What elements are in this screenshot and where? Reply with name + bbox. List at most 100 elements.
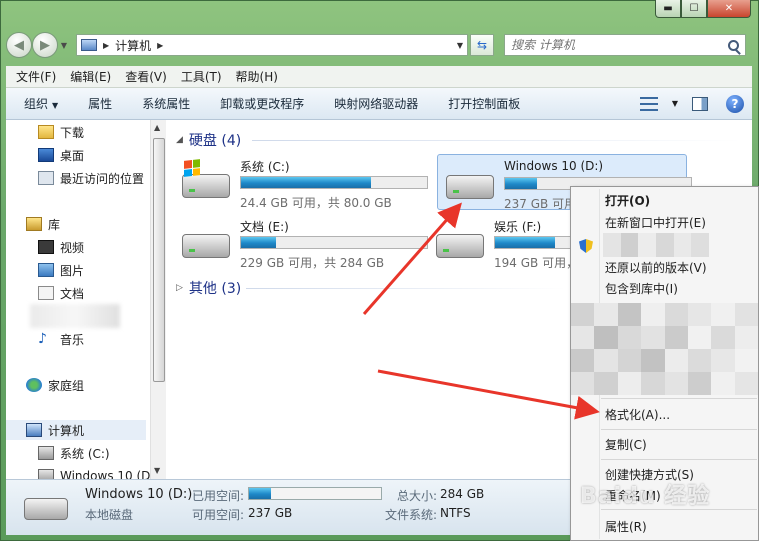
nav-item-computer[interactable]: 计算机 — [6, 420, 146, 440]
blurred-menu-section — [571, 303, 758, 395]
details-fs-label: 文件系统: — [385, 508, 438, 522]
menu-help[interactable]: 帮助(H) — [236, 68, 278, 85]
folder-icon — [38, 125, 54, 139]
menu-open[interactable]: 打开(O) — [571, 189, 758, 211]
toolbar-right: ▼ ? — [639, 94, 752, 113]
details-fs-value: NTFS — [440, 506, 471, 520]
nav-item-downloads[interactable]: 下载 — [38, 122, 84, 142]
minimize-button[interactable]: ▬ — [655, 0, 681, 18]
nav-label: Windows 10 (D: — [60, 469, 150, 479]
blurred-region — [30, 304, 120, 328]
nav-label: 文档 — [60, 286, 85, 301]
search-box[interactable] — [504, 34, 746, 56]
details-usage-bar — [248, 487, 382, 500]
nav-item-drive-c[interactable]: 系统 (C:) — [38, 443, 110, 463]
drive-icon — [38, 446, 54, 460]
recent-places-icon — [38, 171, 54, 185]
recent-pages-dropdown[interactable]: ▼ — [58, 41, 70, 50]
nav-item-video[interactable]: 视频 — [38, 237, 84, 257]
menu-edit[interactable]: 编辑(E) — [70, 68, 111, 85]
nav-item-pictures[interactable]: 图片 — [38, 260, 84, 280]
address-dropdown-icon[interactable]: ▼ — [453, 41, 467, 50]
homegroup-icon — [26, 378, 42, 392]
command-bar: 组织 ▼ 属性 系统属性 卸载或更改程序 映射网络驱动器 打开控制面板 ▼ ? — [6, 88, 752, 120]
shield-icon — [579, 239, 593, 253]
details-drive-name: Windows 10 (D:) — [85, 487, 193, 502]
menu-include-library[interactable]: 包含到库中(I) — [571, 277, 758, 299]
nav-item-homegroup[interactable]: 家庭组 — [26, 375, 84, 395]
menu-copy[interactable]: 复制(C) — [571, 433, 758, 455]
group-other[interactable]: ▷ 其他 (3) — [176, 278, 241, 298]
nav-item-library[interactable]: 库 — [26, 214, 60, 234]
view-dropdown-icon[interactable]: ▼ — [672, 99, 678, 108]
open-control-panel-button[interactable]: 打开控制面板 — [448, 95, 520, 112]
maximize-button[interactable]: ☐ — [681, 0, 707, 18]
properties-button[interactable]: 属性 — [88, 95, 112, 112]
refresh-icon: ⇆ — [476, 38, 488, 52]
change-view-icon[interactable] — [639, 96, 658, 111]
pictures-icon — [38, 263, 54, 277]
drive-free-space: 229 GB 可用，共 284 GB — [240, 256, 385, 270]
navigation-pane: 下载 桌面 最近访问的位置 库 视频 图片 文档 ♪ 音乐 家庭组 计算机 系统 … — [6, 120, 150, 479]
group-divider — [246, 288, 566, 289]
breadcrumb-arrow-icon[interactable]: ▶ — [103, 41, 109, 50]
system-properties-button[interactable]: 系统属性 — [142, 95, 190, 112]
drive-e[interactable]: 文档 (E:) 229 GB 可用，共 284 GB — [174, 214, 428, 270]
organize-label: 组织 — [24, 97, 49, 111]
preview-pane-icon[interactable] — [692, 96, 708, 111]
drive-usage-bar — [240, 236, 428, 249]
breadcrumb-computer[interactable]: 计算机 — [115, 37, 151, 54]
drive-icon — [38, 469, 54, 479]
group-hard-disks[interactable]: ◢ 硬盘 (4) — [176, 130, 241, 150]
close-button[interactable]: ✕ — [707, 0, 751, 18]
hard-drive-icon — [446, 175, 494, 199]
windows-logo-icon — [184, 159, 200, 177]
menu-restore-previous[interactable]: 还原以前的版本(V) — [571, 256, 758, 278]
drive-name: Windows 10 (D:) — [504, 159, 604, 173]
nav-item-drive-d[interactable]: Windows 10 (D: — [38, 466, 150, 479]
scroll-up-icon[interactable]: ▲ — [154, 123, 160, 132]
details-drive-type: 本地磁盘 — [85, 508, 134, 522]
back-button[interactable]: ◀ — [6, 32, 32, 58]
address-bar[interactable]: ▶ 计算机 ▶ ▼ — [76, 34, 468, 56]
documents-icon — [38, 286, 54, 300]
group-title: 其他 (3) — [188, 281, 242, 297]
nav-item-documents[interactable]: 文档 — [38, 283, 84, 303]
menu-properties[interactable]: 属性(R) — [571, 515, 758, 537]
scroll-down-icon[interactable]: ▼ — [154, 466, 160, 475]
nav-label: 库 — [48, 217, 61, 232]
uninstall-program-button[interactable]: 卸载或更改程序 — [220, 95, 304, 112]
nav-item-recent[interactable]: 最近访问的位置 — [38, 168, 144, 188]
music-icon: ♪ — [38, 331, 47, 347]
nav-label: 系统 (C:) — [60, 446, 110, 461]
drive-usage-fill — [495, 237, 555, 248]
organize-button[interactable]: 组织 ▼ — [24, 95, 58, 112]
refresh-button[interactable]: ⇆ — [470, 34, 494, 56]
nav-item-desktop[interactable]: 桌面 — [38, 145, 84, 165]
search-input[interactable] — [511, 38, 721, 52]
menu-view[interactable]: 查看(V) — [125, 68, 167, 85]
navigation-bar: ◀ ▶ ▼ ▶ 计算机 ▶ ▼ ⇆ — [6, 30, 754, 60]
help-icon[interactable]: ? — [726, 94, 744, 113]
forward-button[interactable]: ▶ — [32, 32, 58, 58]
nav-item-music[interactable]: ♪ 音乐 — [38, 329, 84, 349]
menu-tools[interactable]: 工具(T) — [181, 68, 222, 85]
drive-c[interactable]: 系统 (C:) 24.4 GB 可用，共 80.0 GB — [174, 154, 428, 210]
menu-open-new-window[interactable]: 在新窗口中打开(E) — [571, 211, 758, 233]
search-icon[interactable] — [728, 39, 739, 51]
nav-pane-scrollbar[interactable]: ▲ ▼ — [150, 120, 166, 479]
map-network-drive-button[interactable]: 映射网络驱动器 — [334, 95, 418, 112]
drive-usage-fill — [241, 177, 372, 188]
breadcrumb-arrow-icon[interactable]: ▶ — [157, 41, 163, 50]
details-usage-fill — [249, 488, 272, 499]
menu-file[interactable]: 文件(F) — [16, 68, 56, 85]
details-total-value: 284 GB — [440, 487, 485, 501]
computer-icon — [26, 423, 42, 437]
scrollbar-thumb[interactable] — [153, 138, 165, 382]
library-icon — [26, 217, 42, 231]
nav-label: 计算机 — [48, 423, 85, 438]
chevron-down-icon: ▼ — [52, 101, 59, 110]
details-free-label: 可用空间: — [192, 508, 245, 522]
menu-format[interactable]: 格式化(A)... — [571, 403, 758, 425]
drive-free-space: 24.4 GB 可用，共 80.0 GB — [240, 196, 392, 210]
